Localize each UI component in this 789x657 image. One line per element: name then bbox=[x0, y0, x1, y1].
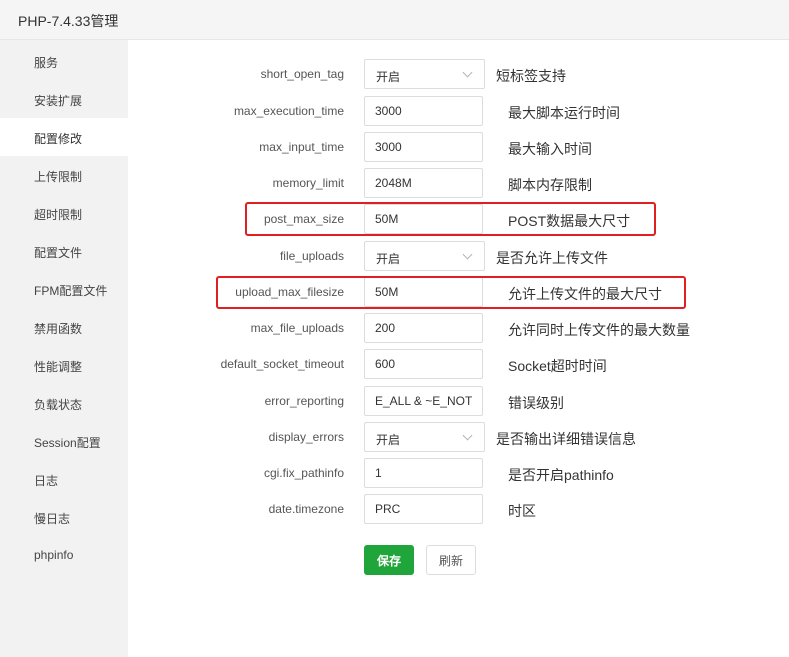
setting-row-date-timezone: date.timezone 时区 bbox=[128, 494, 789, 524]
max-input-time-input[interactable] bbox=[364, 132, 483, 162]
setting-description: 最大脚本运行时间 bbox=[508, 105, 620, 121]
date-timezone-input[interactable] bbox=[364, 494, 483, 524]
post-max-size-input[interactable] bbox=[364, 204, 483, 234]
setting-label: max_input_time bbox=[259, 140, 344, 154]
setting-row-error-reporting: error_reporting 错误级别 bbox=[128, 386, 789, 416]
select-value: 开启 bbox=[376, 433, 401, 447]
sidebar-item-fpm-config[interactable]: FPM配置文件 bbox=[0, 270, 128, 308]
setting-row-memory-limit: memory_limit 脚本内存限制 bbox=[128, 168, 789, 198]
file-uploads-select[interactable]: 开启 bbox=[364, 241, 485, 271]
setting-label: error_reporting bbox=[264, 394, 344, 408]
setting-description: 最大输入时间 bbox=[508, 141, 592, 157]
sidebar-item-label: 上传限制 bbox=[34, 170, 83, 184]
setting-label: cgi.fix_pathinfo bbox=[263, 466, 344, 480]
sidebar-item-upload-limit[interactable]: 上传限制 bbox=[0, 156, 128, 194]
sidebar-item-label: 超时限制 bbox=[34, 208, 83, 222]
setting-row-max-execution-time: max_execution_time 最大脚本运行时间 bbox=[128, 96, 789, 126]
sidebar-item-label: 服务 bbox=[34, 56, 59, 70]
setting-row-short-open-tag: short_open_tag 开启 短标签支持 bbox=[128, 59, 789, 89]
setting-description: 是否输出详细错误信息 bbox=[496, 431, 636, 447]
sidebar-item-label: 慢日志 bbox=[34, 512, 71, 526]
setting-description: 短标签支持 bbox=[496, 68, 566, 84]
setting-row-upload-max-filesize: upload_max_filesize 允许上传文件的最大尺寸 bbox=[128, 277, 789, 307]
sidebar-item-load-status[interactable]: 负载状态 bbox=[0, 384, 128, 422]
sidebar-item-label: 负载状态 bbox=[34, 398, 83, 412]
sidebar-item-label: 日志 bbox=[34, 474, 59, 488]
setting-label: file_uploads bbox=[279, 249, 344, 263]
error-reporting-input[interactable] bbox=[364, 386, 483, 416]
memory-limit-input[interactable] bbox=[364, 168, 483, 198]
setting-description: 允许上传文件的最大尺寸 bbox=[508, 286, 662, 302]
setting-label: default_socket_timeout bbox=[220, 357, 344, 371]
setting-label: upload_max_filesize bbox=[235, 285, 344, 299]
sidebar-item-log[interactable]: 日志 bbox=[0, 460, 128, 498]
sidebar-item-label: 配置文件 bbox=[34, 246, 83, 260]
sidebar-item-install-extensions[interactable]: 安装扩展 bbox=[0, 80, 128, 118]
sidebar-item-label: 性能调整 bbox=[34, 360, 83, 374]
setting-row-file-uploads: file_uploads 开启 是否允许上传文件 bbox=[128, 241, 789, 271]
setting-description: 错误级别 bbox=[508, 395, 564, 411]
window-title: PHP-7.4.33管理 bbox=[18, 13, 119, 29]
sidebar-item-label: FPM配置文件 bbox=[34, 284, 108, 298]
max-file-uploads-input[interactable] bbox=[364, 313, 483, 343]
sidebar-item-label: 安装扩展 bbox=[34, 94, 83, 108]
setting-label: date.timezone bbox=[268, 502, 344, 516]
sidebar-item-disabled-functions[interactable]: 禁用函数 bbox=[0, 308, 128, 346]
sidebar-item-config-edit[interactable]: 配置修改 bbox=[0, 118, 128, 156]
select-value: 开启 bbox=[376, 252, 401, 266]
sidebar-item-slow-log[interactable]: 慢日志 bbox=[0, 498, 128, 536]
setting-label: post_max_size bbox=[263, 212, 344, 226]
setting-row-cgi-fix-pathinfo: cgi.fix_pathinfo 是否开启pathinfo bbox=[128, 458, 789, 488]
sidebar-item-session-config[interactable]: Session配置 bbox=[0, 422, 128, 460]
setting-row-post-max-size: post_max_size POST数据最大尺寸 bbox=[128, 204, 789, 234]
upload-max-filesize-input[interactable] bbox=[364, 277, 483, 307]
save-button[interactable]: 保存 bbox=[364, 545, 414, 575]
cgi-fix-pathinfo-input[interactable] bbox=[364, 458, 483, 488]
sidebar-item-performance[interactable]: 性能调整 bbox=[0, 346, 128, 384]
setting-label: memory_limit bbox=[272, 176, 344, 190]
setting-description: 是否开启pathinfo bbox=[508, 467, 614, 483]
chevron-down-icon bbox=[462, 67, 473, 78]
display-errors-select[interactable]: 开启 bbox=[364, 422, 485, 452]
window-titlebar: PHP-7.4.33管理 bbox=[0, 0, 789, 40]
sidebar-item-timeout-limit[interactable]: 超时限制 bbox=[0, 194, 128, 232]
default-socket-timeout-input[interactable] bbox=[364, 349, 483, 379]
setting-description: 时区 bbox=[508, 503, 536, 519]
setting-label: max_file_uploads bbox=[250, 321, 344, 335]
chevron-down-icon bbox=[462, 430, 473, 441]
setting-row-max-file-uploads: max_file_uploads 允许同时上传文件的最大数量 bbox=[128, 313, 789, 343]
max-execution-time-input[interactable] bbox=[364, 96, 483, 126]
setting-label: short_open_tag bbox=[260, 67, 344, 81]
refresh-button[interactable]: 刷新 bbox=[426, 545, 476, 575]
setting-label: max_execution_time bbox=[233, 104, 344, 118]
select-value: 开启 bbox=[376, 70, 401, 84]
setting-row-display-errors: display_errors 开启 是否输出详细错误信息 bbox=[128, 422, 789, 452]
setting-description: Socket超时时间 bbox=[508, 358, 607, 374]
setting-description: 允许同时上传文件的最大数量 bbox=[508, 322, 690, 338]
sidebar: 服务 安装扩展 配置修改 上传限制 超时限制 配置文件 FPM配置文件 禁用函数… bbox=[0, 40, 128, 657]
setting-description: 脚本内存限制 bbox=[508, 177, 592, 193]
setting-description: 是否允许上传文件 bbox=[496, 250, 608, 266]
sidebar-item-label: 配置修改 bbox=[34, 132, 83, 146]
setting-row-default-socket-timeout: default_socket_timeout Socket超时时间 bbox=[128, 349, 789, 379]
chevron-down-icon bbox=[462, 249, 473, 260]
sidebar-item-label: 禁用函数 bbox=[34, 322, 83, 336]
short-open-tag-select[interactable]: 开启 bbox=[364, 59, 485, 89]
setting-label: display_errors bbox=[268, 430, 344, 444]
setting-description: POST数据最大尺寸 bbox=[508, 213, 631, 229]
setting-row-max-input-time: max_input_time 最大输入时间 bbox=[128, 132, 789, 162]
sidebar-item-config-file[interactable]: 配置文件 bbox=[0, 232, 128, 270]
sidebar-item-label: Session配置 bbox=[34, 436, 101, 450]
sidebar-item-service[interactable]: 服务 bbox=[0, 42, 128, 80]
sidebar-item-phpinfo[interactable]: phpinfo bbox=[0, 536, 128, 574]
sidebar-item-label: phpinfo bbox=[34, 548, 74, 562]
